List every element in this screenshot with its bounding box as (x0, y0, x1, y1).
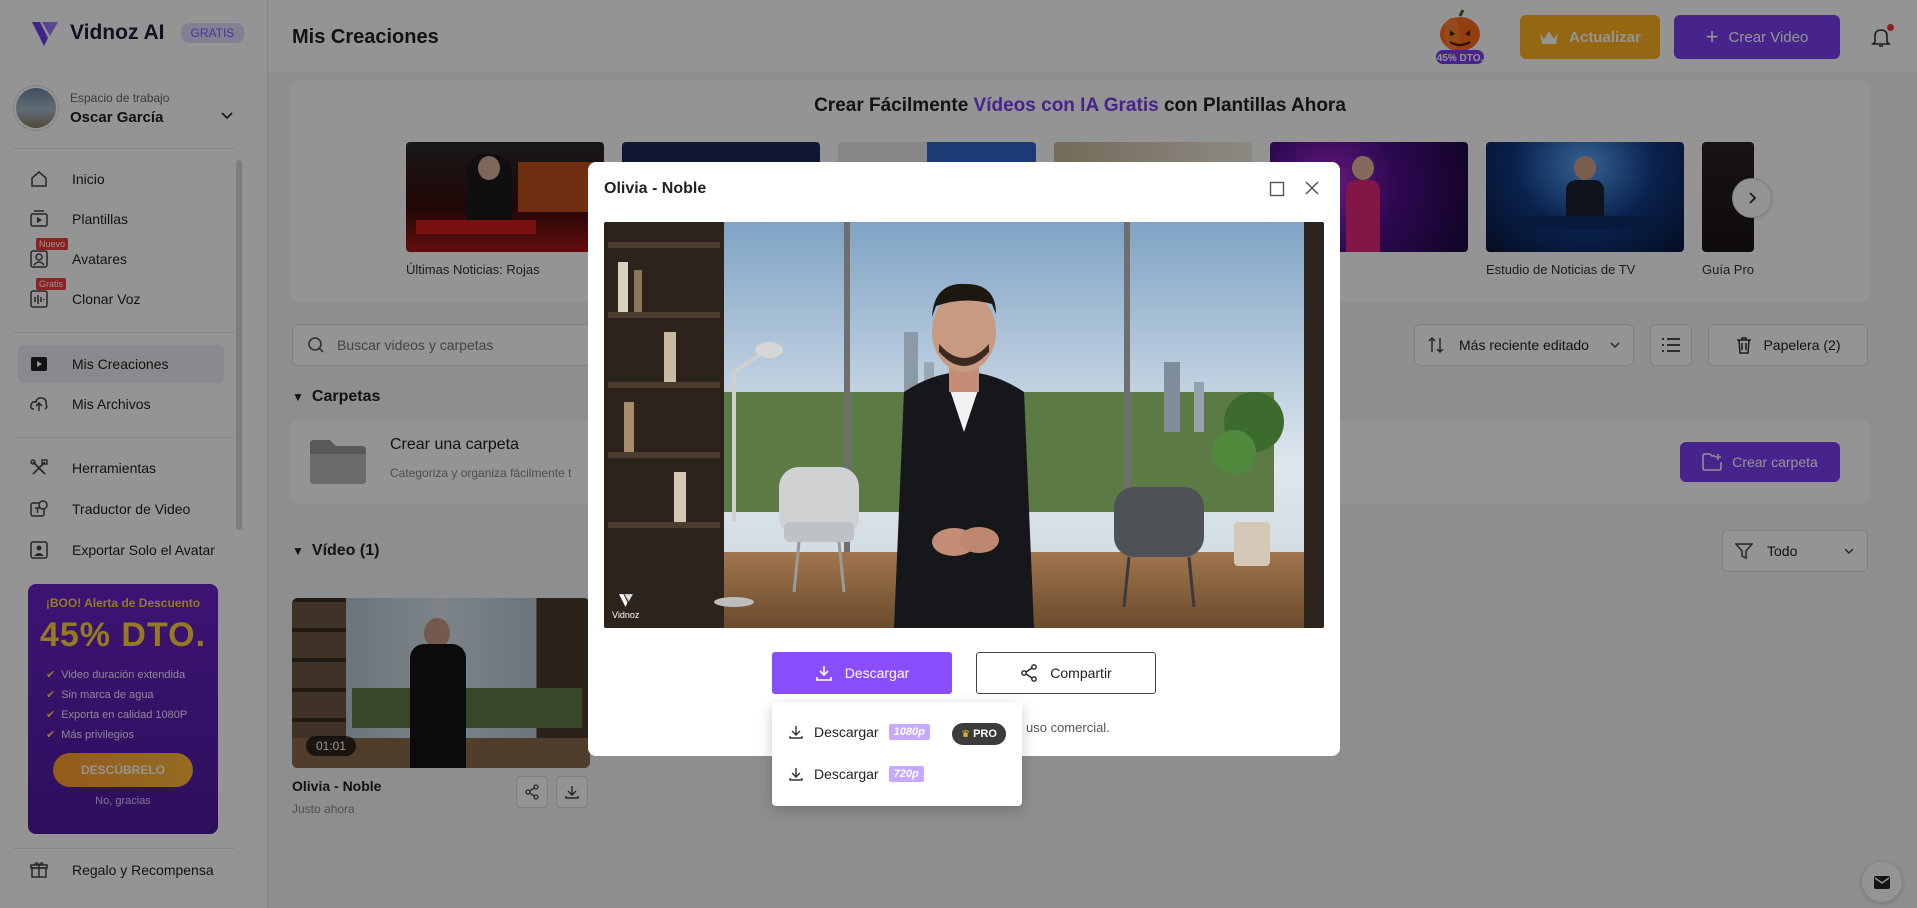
download-quality-menu: Descargar 1080p ♛ PRO Descargar 720p (772, 702, 1022, 806)
resolution-tag: 1080p (888, 724, 930, 740)
video-frame (604, 222, 1324, 628)
download-icon (815, 666, 832, 681)
video-preview-modal: Olivia - Noble Vidnoz Descargar Comparti… (588, 162, 1340, 756)
resolution-tag: 720p (888, 766, 924, 782)
watermark-text: Vidnoz (612, 610, 640, 620)
download-icon (789, 768, 803, 781)
share-icon (1021, 664, 1038, 682)
download-label: Descargar (844, 665, 910, 681)
share-button[interactable]: Compartir (976, 652, 1156, 694)
pro-badge: ♛ PRO (952, 723, 1006, 745)
maximize-icon (1269, 181, 1285, 197)
crown-icon: ♛ (961, 728, 971, 740)
close-icon (1305, 181, 1319, 195)
pro-badge-text: PRO (973, 728, 997, 740)
maximize-button[interactable] (1266, 178, 1288, 200)
share-label: Compartir (1050, 665, 1112, 681)
download-button[interactable]: Descargar (772, 652, 952, 694)
menu-item-label: Descargar (814, 766, 879, 782)
vidnoz-watermark: Vidnoz (612, 592, 639, 620)
download-icon (789, 726, 803, 739)
menu-item-label: Descargar (814, 724, 879, 740)
download-1080p-option[interactable]: Descargar 1080p (788, 724, 930, 740)
close-button[interactable] (1300, 176, 1324, 200)
download-720p-option[interactable]: Descargar 720p (788, 766, 924, 782)
video-preview[interactable]: Vidnoz (604, 222, 1324, 628)
vidnoz-logo-icon (618, 594, 633, 607)
modal-title: Olivia - Noble (604, 180, 707, 197)
modal-note: uso comercial. (1026, 720, 1110, 735)
